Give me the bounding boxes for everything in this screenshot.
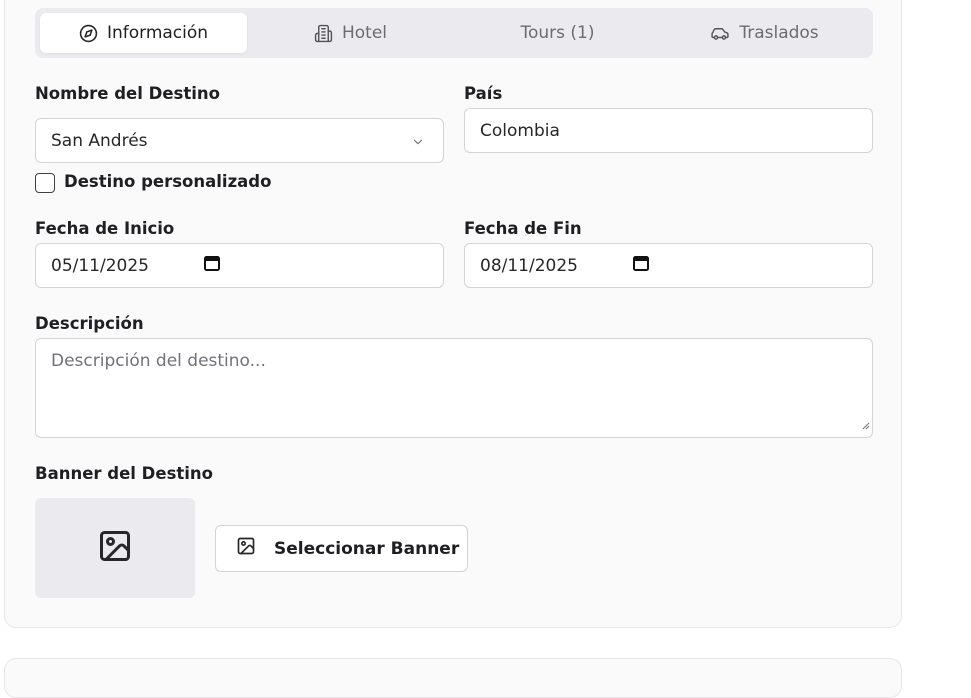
next-card xyxy=(4,658,902,698)
start-date-input[interactable]: 05/11/2025 xyxy=(35,243,444,288)
destination-select[interactable]: San Andrés xyxy=(35,118,444,163)
tab-label: Información xyxy=(106,23,209,43)
banner-label: Banner del Destino xyxy=(35,464,214,483)
tab-label: Traslados xyxy=(739,23,819,43)
image-icon xyxy=(236,536,256,561)
chevron-down-icon xyxy=(411,134,425,154)
description-textarea[interactable]: Descripción del destino... xyxy=(35,338,873,438)
end-date-input[interactable]: 08/11/2025 xyxy=(464,243,873,288)
select-banner-label: Seleccionar Banner xyxy=(274,538,460,559)
calendar-icon[interactable] xyxy=(632,255,649,276)
banner-preview xyxy=(35,498,195,598)
start-date-value: 05/11/2025 xyxy=(51,255,149,276)
tab-label: Tours (1) xyxy=(520,23,595,43)
end-date-value: 08/11/2025 xyxy=(480,255,578,276)
destination-name-label: Nombre del Destino xyxy=(35,84,220,103)
tab-traslados[interactable]: Traslados xyxy=(661,13,868,53)
country-input-value: Colombia xyxy=(480,120,560,141)
country-label: País xyxy=(464,84,503,103)
description-label: Descripción xyxy=(35,314,144,333)
destination-select-value: San Andrés xyxy=(51,130,148,151)
description-placeholder: Descripción del destino... xyxy=(51,351,266,371)
custom-destination-checkbox[interactable] xyxy=(35,173,55,193)
compass-icon xyxy=(79,24,98,43)
car-icon xyxy=(710,24,730,43)
custom-destination-label[interactable]: Destino personalizado xyxy=(64,172,271,191)
country-input[interactable]: Colombia xyxy=(464,108,873,153)
start-date-label: Fecha de Inicio xyxy=(35,219,175,238)
resize-handle-icon[interactable] xyxy=(862,415,870,435)
building-icon xyxy=(314,24,333,43)
tab-hotel[interactable]: Hotel xyxy=(247,13,454,53)
select-banner-button[interactable]: Seleccionar Banner xyxy=(215,525,468,572)
tab-informacion[interactable]: Información xyxy=(40,13,247,53)
tab-bar: Información Hotel Tours (1) Traslados xyxy=(35,8,873,58)
calendar-icon[interactable] xyxy=(203,255,220,276)
tab-label: Hotel xyxy=(341,23,388,43)
tab-tours[interactable]: Tours (1) xyxy=(454,13,661,53)
image-icon xyxy=(97,528,133,568)
end-date-label: Fecha de Fin xyxy=(464,219,582,238)
